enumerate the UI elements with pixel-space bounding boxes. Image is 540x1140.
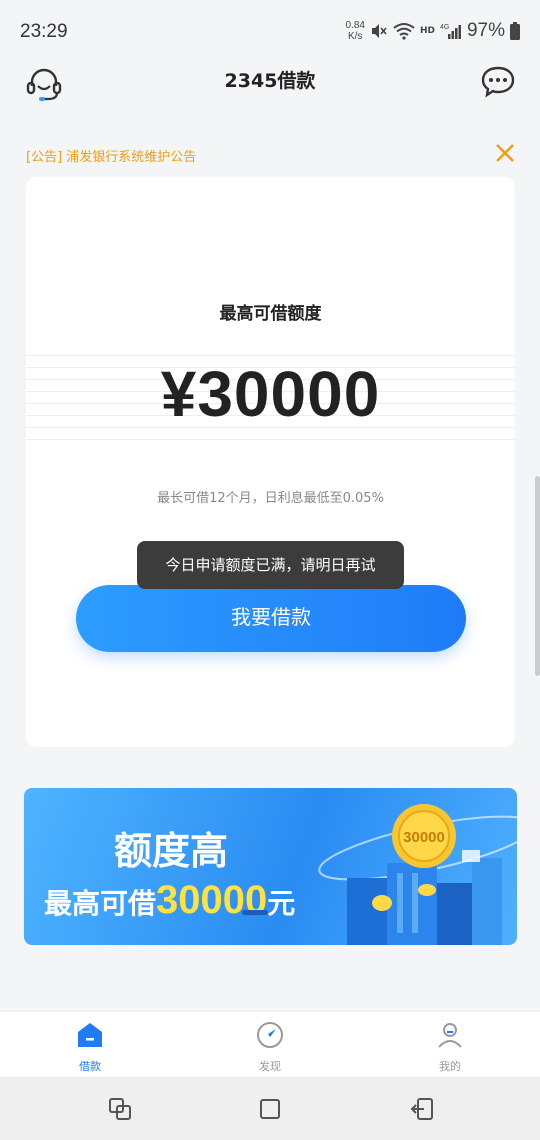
bottom-tabbar: 借款 发现 我的: [0, 1011, 540, 1077]
tab-loan-label: 借款: [79, 1060, 101, 1073]
limit-amount: ¥30000: [160, 358, 381, 430]
square-home-icon: [260, 1099, 280, 1119]
hd-label: HD: [419, 26, 435, 36]
status-time: 23:29: [20, 21, 68, 42]
status-icons: 0.84 K/s HD 4G 97%: [345, 20, 520, 42]
close-icon: [496, 144, 514, 162]
toast-message: 今日申请额度已满，请明日再试: [137, 541, 404, 589]
back-nav-button[interactable]: [410, 1097, 434, 1121]
scrollbar[interactable]: [535, 476, 540, 676]
compass-icon: [257, 1022, 283, 1048]
chat-bubble-icon: [481, 66, 515, 98]
banner-subline: 最高可借30000元: [44, 878, 296, 922]
recent-apps-icon: [109, 1098, 131, 1120]
mute-icon: [371, 24, 387, 38]
cell-signal-icon: 4G: [440, 24, 461, 39]
wifi-icon: [393, 23, 415, 40]
loan-limit-card: 最高可借额度 ¥30000 最长可借12个月，日利息最低至0.05% 我要借款: [26, 177, 515, 747]
tab-discover[interactable]: 发现: [220, 1020, 320, 1074]
borrow-button[interactable]: 我要借款: [76, 585, 466, 652]
banner-amount: 30000: [156, 878, 268, 922]
home-icon: [78, 1023, 102, 1047]
notice-text[interactable]: [公告] 浦发银行系统维护公告: [26, 146, 196, 165]
system-navigation-bar: [0, 1077, 540, 1140]
user-icon: [438, 1023, 462, 1048]
tab-mine[interactable]: 我的: [400, 1020, 500, 1074]
banner-headline: 额度高: [114, 829, 229, 873]
svg-text:30000: 30000: [403, 829, 445, 846]
battery-icon: [510, 22, 520, 40]
back-icon: [410, 1098, 433, 1120]
city-coin-illustration: 30000: [318, 804, 517, 945]
carousel-indicator: [242, 910, 268, 915]
tab-mine-label: 我的: [439, 1060, 461, 1073]
promo-banner[interactable]: 30000 额度高 最高可借30000元: [24, 788, 517, 945]
app-header: 2345借款: [0, 54, 540, 114]
tab-loan[interactable]: 借款: [40, 1020, 140, 1074]
page-title: 2345借款: [224, 70, 316, 92]
loan-terms-text: 最长可借12个月，日利息最低至0.05%: [157, 491, 384, 506]
battery-percent: 97%: [466, 20, 505, 41]
status-bar: 23:29 0.84 K/s HD 4G 97%: [0, 0, 540, 62]
tab-discover-label: 发现: [259, 1060, 281, 1073]
notice-close-button[interactable]: [494, 142, 516, 164]
home-nav-button[interactable]: [258, 1097, 282, 1121]
limit-label: 最高可借额度: [219, 304, 322, 324]
message-button[interactable]: [480, 64, 516, 100]
svg-text:4G: 4G: [440, 24, 449, 31]
notice-bar[interactable]: [公告] 浦发银行系统维护公告: [0, 134, 540, 174]
network-speed: 0.84 K/s: [345, 20, 365, 42]
recent-apps-button[interactable]: [108, 1097, 132, 1121]
